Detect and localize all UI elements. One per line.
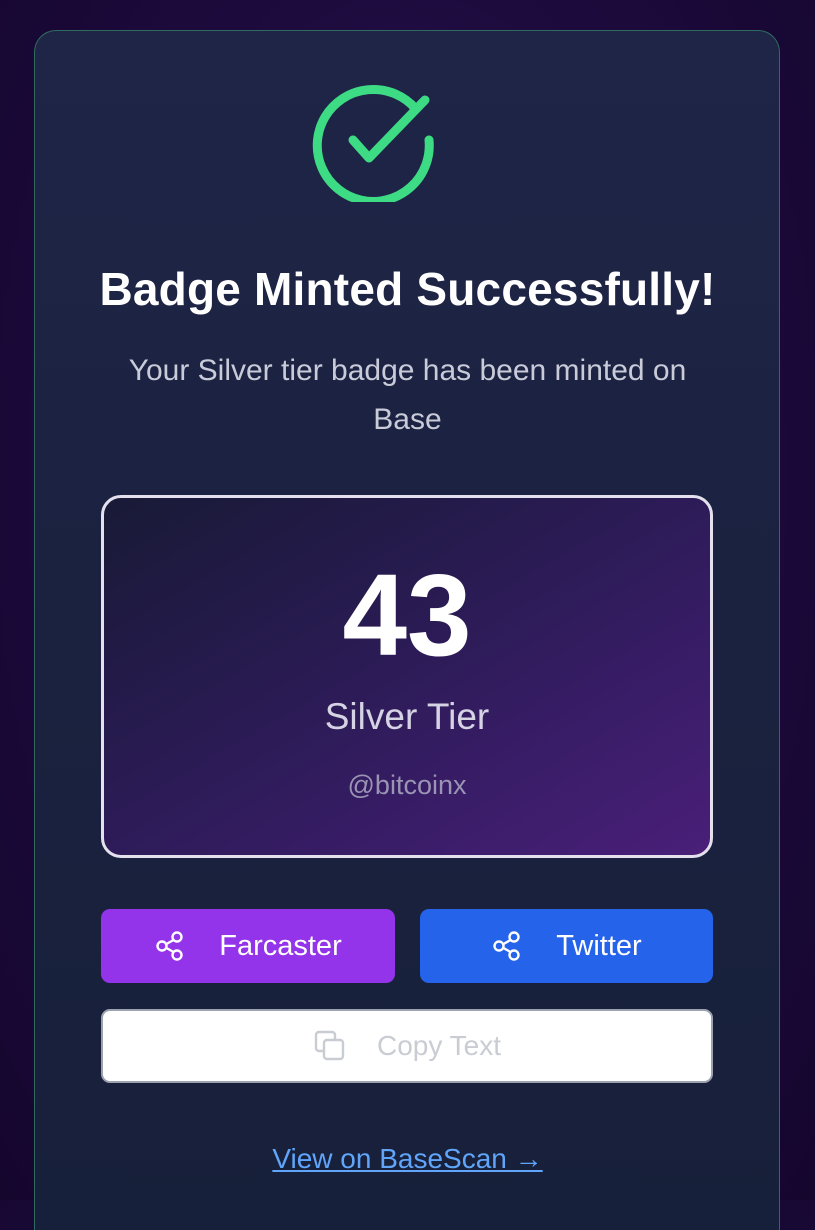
badge-tier: Silver Tier (324, 696, 490, 737)
share-twitter-button[interactable]: Twitter (420, 909, 713, 983)
badge-handle: @bitcoinx (347, 770, 467, 800)
copy-text-label: Copy Text (377, 1030, 501, 1061)
view-on-basescan-link[interactable]: View on BaseScan → (0, 1143, 815, 1175)
share-twitter-label: Twitter (556, 929, 642, 962)
share-farcaster-label: Farcaster (219, 929, 342, 962)
check-circle-icon (311, 78, 435, 206)
share-icon (154, 930, 186, 962)
copy-icon (313, 1029, 347, 1063)
badge-card: 43 Silver Tier @bitcoinx (101, 495, 713, 858)
success-message: Your Silver tier badge has been minted o… (128, 354, 687, 436)
copy-text-button[interactable]: Copy Text (101, 1009, 713, 1083)
success-title: Badge Minted Successfully! (99, 263, 716, 315)
badge-score: 43 (342, 550, 472, 680)
share-farcaster-button[interactable]: Farcaster (101, 909, 395, 983)
share-icon (491, 930, 523, 962)
